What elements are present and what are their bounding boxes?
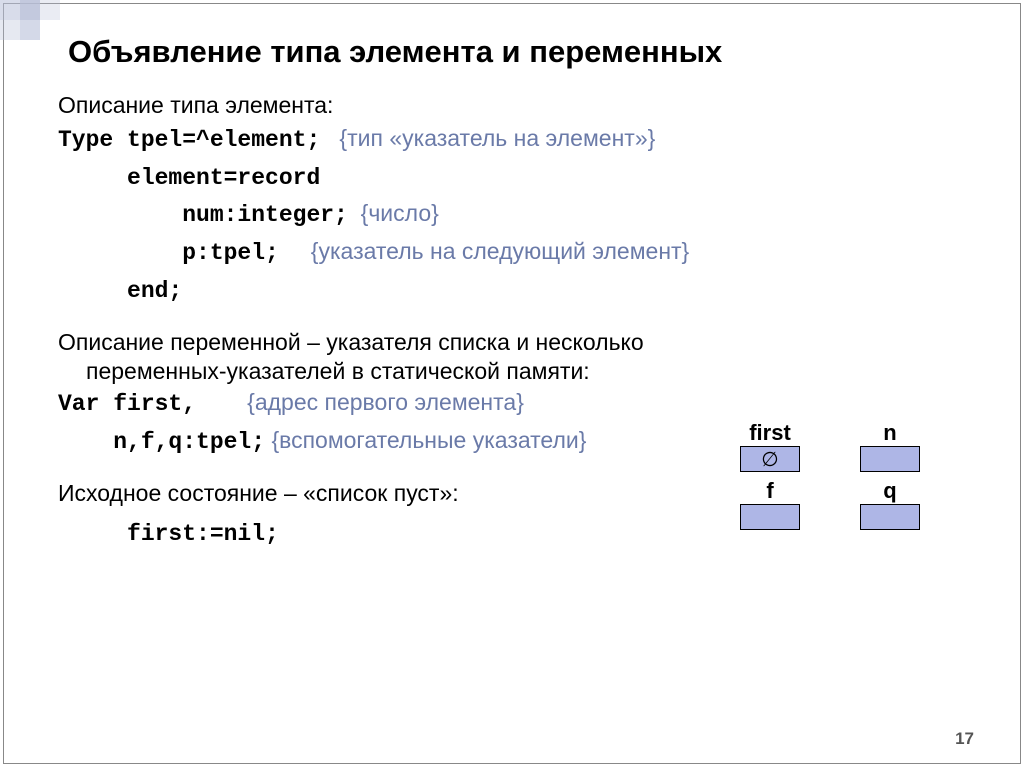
code-text: num:integer; — [58, 202, 348, 228]
diagram-box-first: ∅ — [740, 446, 800, 472]
var-line-1: Var first, {адрес первого элемента} — [58, 385, 966, 423]
code-text: first:=nil; — [58, 521, 279, 547]
page-number: 17 — [955, 729, 974, 749]
code-line-4: p:tpel; {указатель на следующий элемент} — [58, 234, 966, 272]
code-text: p:tpel; — [58, 240, 279, 266]
slide-content: Объявление типа элемента и переменных Оп… — [0, 0, 1024, 767]
section2-line1: Описание переменной – указателя списка и… — [58, 329, 966, 356]
code-comment: {указатель на следующий элемент} — [311, 238, 689, 264]
code-comment: {вспомогательные указатели} — [271, 427, 586, 453]
code-line-3: num:integer; {число} — [58, 196, 966, 234]
pointer-diagram: first n ∅ f q — [740, 420, 1000, 534]
diagram-label-n: n — [860, 420, 920, 446]
code-line-5: end; — [58, 272, 966, 310]
code-line-1: Type tpel=^element; {тип «указатель на э… — [58, 121, 966, 159]
code-text: Type tpel=^element; — [58, 127, 320, 153]
code-text: n,f,q:tpel; — [58, 429, 265, 455]
diagram-label-first: first — [740, 420, 800, 446]
slide-title: Объявление типа элемента и переменных — [68, 34, 966, 70]
code-comment: {число} — [361, 200, 439, 226]
code-text: Var first, — [58, 391, 196, 417]
diagram-label-q: q — [860, 478, 920, 504]
diagram-box-f — [740, 504, 800, 530]
nil-symbol: ∅ — [761, 447, 778, 472]
code-comment: {тип «указатель на элемент»} — [339, 125, 655, 151]
section1-heading: Описание типа элемента: — [58, 92, 966, 119]
code-text: element=record — [58, 165, 320, 191]
diagram-box-q — [860, 504, 920, 530]
diagram-label-f: f — [740, 478, 800, 504]
diagram-box-n — [860, 446, 920, 472]
code-line-2: element=record — [58, 159, 966, 197]
code-text: end; — [58, 278, 182, 304]
code-comment: {адрес первого элемента} — [247, 389, 524, 415]
section2-line2: переменных-указателей в статической памя… — [86, 358, 966, 385]
